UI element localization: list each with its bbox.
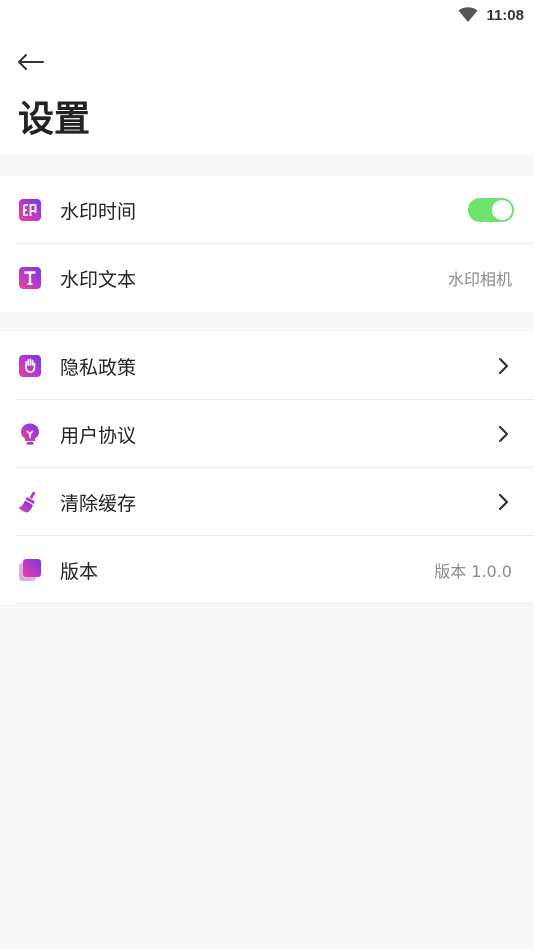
chevron-right-icon (498, 357, 509, 375)
settings-group-general: 隐私政策 用户协议 清除缓存 版本 版本 1.0.0 (0, 332, 534, 604)
watermark-time-toggle[interactable] (468, 198, 514, 222)
toggle-knob (492, 200, 512, 220)
layers-icon (18, 558, 42, 582)
chevron-right-icon (498, 425, 509, 443)
setting-privacy-policy[interactable]: 隐私政策 (0, 332, 534, 400)
stamp-icon (18, 198, 42, 222)
arrow-left-icon (18, 54, 44, 70)
setting-label: 隐私政策 (60, 356, 137, 379)
setting-version[interactable]: 版本 版本 1.0.0 (0, 536, 534, 604)
chevron-right-icon (498, 493, 509, 511)
lightbulb-icon (18, 422, 42, 446)
watermark-text-value: 水印相机 (447, 270, 512, 289)
text-t-icon (18, 266, 42, 290)
status-time: 11:08 (486, 6, 524, 24)
row-divider (16, 603, 534, 604)
setting-user-agreement[interactable]: 用户协议 (0, 400, 534, 468)
page-title: 设置 (18, 99, 91, 140)
wifi-icon (458, 7, 478, 22)
setting-label: 清除缓存 (60, 492, 137, 515)
back-button[interactable] (12, 46, 48, 78)
setting-label: 用户协议 (60, 424, 137, 447)
setting-watermark-text[interactable]: 水印文本 水印相机 (0, 244, 534, 312)
setting-label: 水印时间 (60, 200, 137, 223)
setting-clear-cache[interactable]: 清除缓存 (0, 468, 534, 536)
setting-label: 版本 (60, 560, 99, 583)
status-bar: 11:08 (0, 0, 534, 28)
setting-watermark-time[interactable]: 水印时间 (0, 176, 534, 244)
broom-icon (18, 490, 42, 514)
version-value: 版本 1.0.0 (434, 562, 512, 581)
hand-icon (18, 354, 42, 378)
app-header: 设置 (0, 28, 534, 154)
setting-label: 水印文本 (60, 268, 137, 291)
settings-group-watermark: 水印时间 水印文本 水印相机 (0, 176, 534, 312)
